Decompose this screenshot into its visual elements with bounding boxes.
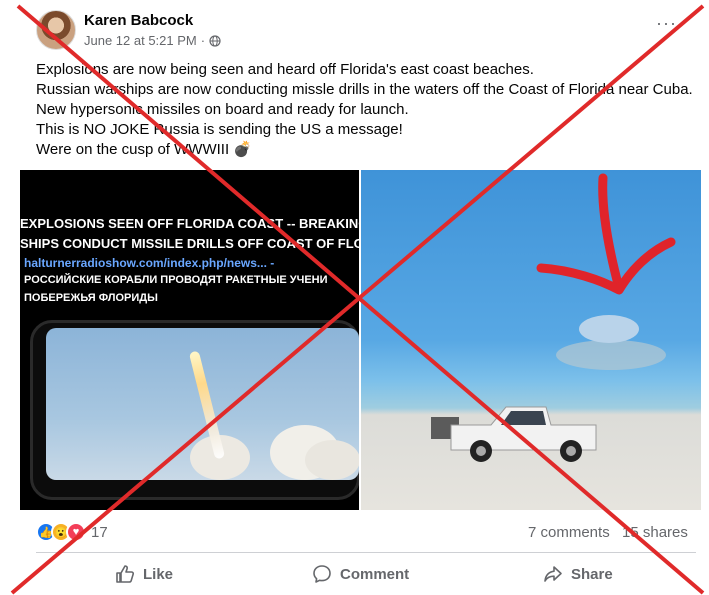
post-text-line: Russian warships are now conducting miss… (36, 81, 693, 98)
smoke-plume (579, 315, 639, 343)
comment-button[interactable]: Comment (312, 564, 409, 584)
post-text-line: New hypersonic missiles on board and rea… (36, 101, 409, 118)
post-text-line: Were on the cusp of WWWIII 💣 (36, 141, 252, 158)
comment-icon (313, 565, 331, 583)
author-name[interactable]: Karen Babcock (84, 12, 193, 29)
beach-photo[interactable] (361, 170, 701, 510)
news-russian-line: ПОБЕРЕЖЬЯ ФЛОРИДЫ (24, 292, 158, 304)
globe-icon (209, 34, 221, 47)
pickup-truck (431, 406, 597, 462)
love-icon: ♥ (66, 522, 86, 542)
news-subheadline: SHIPS CONDUCT MISSILE DRILLS OFF COAST O… (20, 236, 359, 251)
post-meta: June 12 at 5:21 PM · (84, 33, 221, 48)
red-arrow-icon (536, 173, 676, 295)
share-label: Share (571, 565, 613, 583)
share-button[interactable]: Share (543, 564, 613, 584)
shares-count[interactable]: 15 shares (622, 524, 688, 541)
post-text: Explosions are now being seen and heard … (36, 60, 696, 160)
reaction-count: 17 (91, 523, 108, 541)
news-headline: EXPLOSIONS SEEN OFF FLORIDA COAST -- BRE… (20, 216, 359, 231)
post-text-line: Explosions are now being seen and heard … (36, 61, 534, 78)
like-label: Like (143, 565, 174, 583)
meta-separator: · (200, 33, 206, 48)
news-link: halturnerradioshow.com/index.php/news...… (24, 256, 275, 270)
news-russian-line: РОССИЙСКИЕ КОРАБЛИ ПРОВОДЯТ РАКЕТНЫЕ УЧЕ… (24, 274, 328, 286)
comments-count[interactable]: 7 comments (528, 524, 610, 541)
post-text-line: This is NO JOKE Russia is sending the US… (36, 121, 403, 138)
reactions-summary[interactable]: 👍 😮 ♥ 17 (36, 522, 108, 542)
more-options-icon[interactable]: ··· (656, 14, 677, 32)
comment-label: Comment (340, 565, 410, 583)
smoke-haze (556, 340, 666, 370)
news-screen-photo[interactable]: EXPLOSIONS SEEN OFF FLORIDA COAST -- BRE… (20, 170, 359, 510)
facebook-post: Karen Babcock June 12 at 5:21 PM · ··· E… (0, 0, 709, 595)
post-timestamp[interactable]: June 12 at 5:21 PM (84, 33, 197, 48)
smoke-cloud (305, 440, 359, 480)
thumbs-up-icon (116, 565, 135, 583)
like-button[interactable]: Like (115, 564, 173, 584)
share-icon (544, 566, 562, 582)
divider (36, 552, 696, 553)
author-avatar[interactable] (36, 10, 76, 50)
